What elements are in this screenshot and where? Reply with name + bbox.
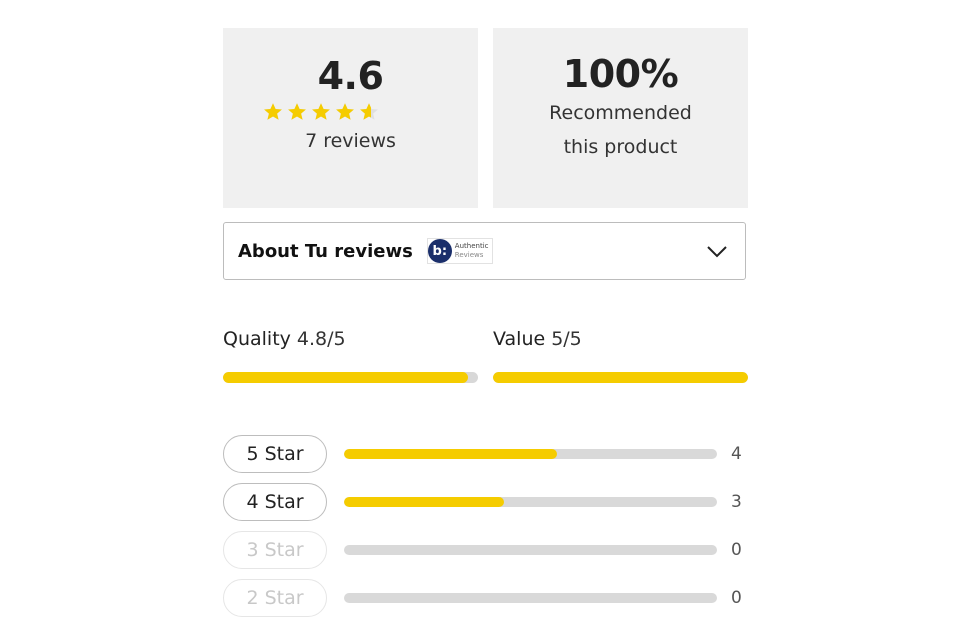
- star-icon: [263, 102, 282, 120]
- recommend-percent: 100%: [562, 52, 679, 96]
- star-rating: [263, 102, 379, 122]
- star-filter-row-2: 2 Star 0: [223, 578, 753, 618]
- star-3-bar: [344, 545, 717, 555]
- star-filter-3-button: 3 Star: [223, 531, 327, 569]
- recommend-text-line1: Recommended: [549, 101, 692, 124]
- star-filter-row-3: 3 Star 0: [223, 530, 753, 570]
- average-rating-value: 4.6: [317, 54, 384, 98]
- star-3-count: 0: [731, 540, 742, 560]
- authentic-reviews-badge: b: Authentic Reviews: [426, 238, 494, 264]
- star-4-bar-fill: [344, 497, 504, 507]
- quality-bar-fill: [223, 372, 468, 383]
- star-filter-4-button[interactable]: 4 Star: [223, 483, 327, 521]
- star-filter-2-button: 2 Star: [223, 579, 327, 617]
- quality-bar: [223, 372, 478, 383]
- badge-line-authentic: Authentic: [454, 242, 489, 250]
- star-2-count: 0: [731, 588, 742, 608]
- star-icon: [287, 102, 306, 120]
- star-4-bar: [344, 497, 717, 507]
- recommend-card: 100% Recommended this product: [493, 28, 748, 208]
- value-bar: [493, 372, 748, 383]
- recommend-text-line2: this product: [563, 135, 678, 158]
- chevron-down-icon[interactable]: [705, 239, 729, 263]
- star-2-bar: [344, 593, 717, 603]
- star-5-bar: [344, 449, 717, 459]
- star-filter-5-button[interactable]: 5 Star: [223, 435, 327, 473]
- quality-metric: Quality 4.8/5: [223, 328, 478, 383]
- star-icon: [335, 102, 354, 120]
- value-metric: Value 5/5: [493, 328, 748, 383]
- value-score: 5/5: [551, 328, 582, 350]
- star-filter-row-5: 5 Star 4: [223, 434, 753, 474]
- star-icon: [311, 102, 330, 120]
- about-reviews-accordion[interactable]: About Tu reviews b: Authentic Reviews: [223, 222, 746, 280]
- value-bar-fill: [493, 372, 748, 383]
- star-5-bar-fill: [344, 449, 558, 459]
- value-label: Value: [493, 328, 546, 350]
- about-reviews-title: About Tu reviews: [238, 240, 413, 262]
- star-4-count: 3: [731, 492, 742, 512]
- average-rating-card: 4.6 7 reviews: [223, 28, 478, 208]
- quality-score: 4.8/5: [296, 328, 346, 350]
- quality-label: Quality: [223, 328, 291, 350]
- badge-line-reviews: Reviews: [454, 251, 484, 259]
- authentic-reviews-logo-icon: b:: [427, 239, 452, 263]
- star-5-count: 4: [731, 444, 742, 464]
- review-count: 7 reviews: [305, 129, 396, 152]
- star-icon: [359, 102, 378, 120]
- star-filter-row-4: 4 Star 3: [223, 482, 753, 522]
